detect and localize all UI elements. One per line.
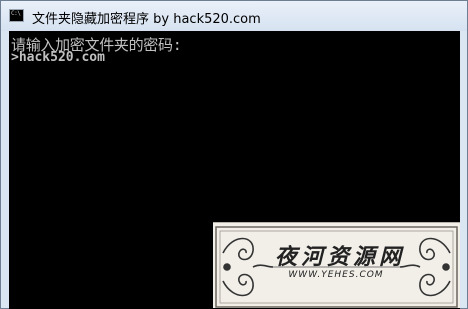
watermark-url: WWW.YEHES.COM — [288, 270, 384, 280]
window-title: 文件夹隐藏加密程序 by hack520.com — [32, 12, 261, 27]
corner-ornament-left — [222, 237, 274, 297]
console-window: C:\ 文件夹隐藏加密程序 by hack520.com 请输入加密文件夹的密码… — [0, 0, 468, 309]
title-bar[interactable]: C:\ 文件夹隐藏加密程序 by hack520.com — [1, 1, 467, 31]
watermark-title: 夜河资源网 — [275, 244, 406, 270]
password-input-line: >hack520.com — [11, 50, 105, 65]
corner-ornament-right — [399, 237, 451, 297]
console-icon-label: C:\ — [11, 10, 21, 17]
site-watermark: 夜河资源网 WWW.YEHES.COM — [213, 222, 460, 308]
console-window-icon[interactable]: C:\ — [9, 9, 24, 22]
